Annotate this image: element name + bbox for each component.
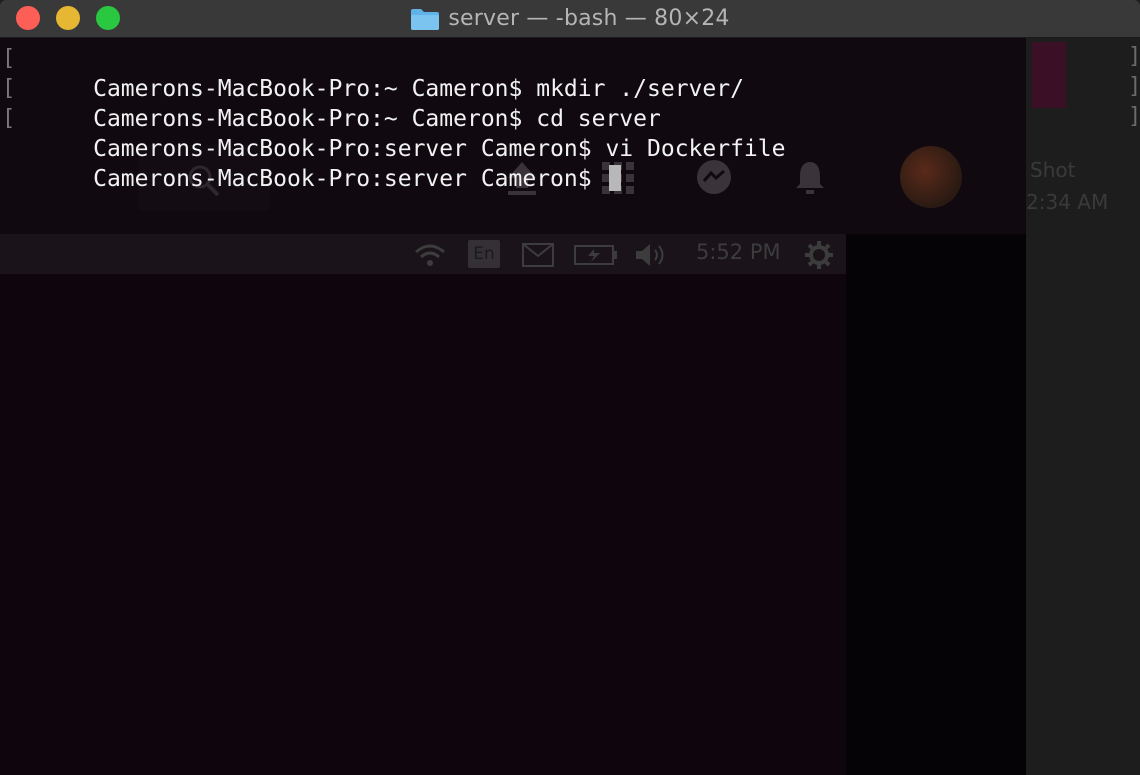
scroll-edge-marker: [ — [2, 46, 16, 71]
panel-clock: 5:52 PM — [696, 240, 781, 264]
scroll-edge-marker: ] — [1128, 74, 1140, 99]
title-bar[interactable]: server — -bash — 80×24 — [0, 0, 1140, 38]
window-title-area: server — -bash — 80×24 — [0, 0, 1140, 37]
scroll-edge-marker: ] — [1128, 44, 1140, 69]
background-system-panel: En 5:52 PM — [0, 234, 846, 503]
background-app-body — [0, 274, 846, 775]
shell-prompt: Camerons-MacBook-Pro:server Cameron$ — [93, 166, 592, 192]
background-shot-time: 2:34 AM — [1026, 190, 1109, 214]
bell-icon — [796, 162, 824, 194]
language-indicator: En — [468, 240, 500, 268]
gear-icon — [805, 241, 833, 269]
folder-icon — [411, 8, 440, 30]
wifi-icon — [415, 244, 445, 266]
terminal-line: [Camerons-MacBook-Pro:server Cameron$ vi… — [2, 104, 1120, 162]
scroll-edge-marker: [ — [2, 76, 16, 101]
battery-icon — [574, 245, 617, 265]
window-title: server — -bash — 80×24 — [448, 6, 730, 31]
mail-icon — [522, 243, 554, 267]
text-cursor — [609, 165, 622, 191]
scroll-edge-marker: [ — [2, 106, 16, 131]
terminal-line: [Camerons-MacBook-Pro:~ Cameron$ mkdir .… — [2, 44, 1120, 102]
scroll-edge-marker: ] — [1128, 104, 1140, 129]
messenger-icon — [697, 160, 731, 194]
background-dark-region — [846, 234, 1026, 775]
terminal-window: Shot 2:34 AM En 5:52 PM]]] server — -… — [0, 0, 1140, 775]
volume-icon — [636, 244, 664, 266]
terminal-line: Camerons-MacBook-Pro:server Cameron$ — [10, 134, 1120, 192]
terminal-line: [Camerons-MacBook-Pro:~ Cameron$ cd serv… — [2, 74, 1120, 132]
terminal-output[interactable]: [Camerons-MacBook-Pro:~ Cameron$ mkdir .… — [2, 44, 1120, 192]
